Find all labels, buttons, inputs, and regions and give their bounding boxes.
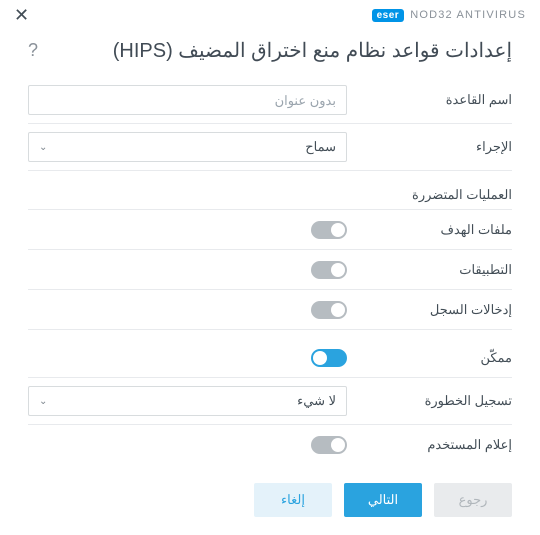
registry-entries-toggle[interactable]	[311, 301, 347, 319]
rule-name-label: اسم القاعدة	[347, 92, 512, 108]
severity-value: لا شيء	[297, 393, 336, 409]
brand: eser NOD32 ANTIVIRUS	[372, 9, 526, 22]
action-select[interactable]: سماح ⌄	[28, 132, 347, 162]
chevron-down-icon: ⌄	[39, 142, 47, 153]
rule-name-input[interactable]	[28, 85, 347, 115]
registry-entries-label: إدخالات السجل	[347, 302, 512, 318]
chevron-down-icon: ⌄	[39, 396, 47, 407]
action-label: الإجراء	[347, 139, 512, 155]
applications-label: التطبيقات	[347, 262, 512, 278]
cancel-button[interactable]: إلغاء	[254, 483, 332, 517]
severity-label: تسجيل الخطورة	[347, 393, 512, 409]
target-files-label: ملفات الهدف	[347, 222, 512, 238]
applications-toggle[interactable]	[311, 261, 347, 279]
back-button: رجوع	[434, 483, 512, 517]
brand-logo: eser	[372, 9, 405, 22]
help-icon[interactable]: ?	[28, 40, 38, 61]
notify-user-toggle[interactable]	[311, 436, 347, 454]
next-button[interactable]: التالي	[344, 483, 422, 517]
action-value: سماح	[305, 139, 336, 155]
brand-product: NOD32 ANTIVIRUS	[410, 9, 526, 21]
page-title: إعدادات قواعد نظام منع اختراق المضيف (HI…	[113, 38, 512, 63]
affected-ops-header: العمليات المتضررة	[28, 171, 512, 210]
enabled-label: ممكّن	[347, 350, 512, 366]
close-icon[interactable]: ✕	[14, 6, 29, 24]
target-files-toggle[interactable]	[311, 221, 347, 239]
enabled-toggle[interactable]	[311, 349, 347, 367]
severity-select[interactable]: لا شيء ⌄	[28, 386, 347, 416]
notify-user-label: إعلام المستخدم	[347, 437, 512, 453]
